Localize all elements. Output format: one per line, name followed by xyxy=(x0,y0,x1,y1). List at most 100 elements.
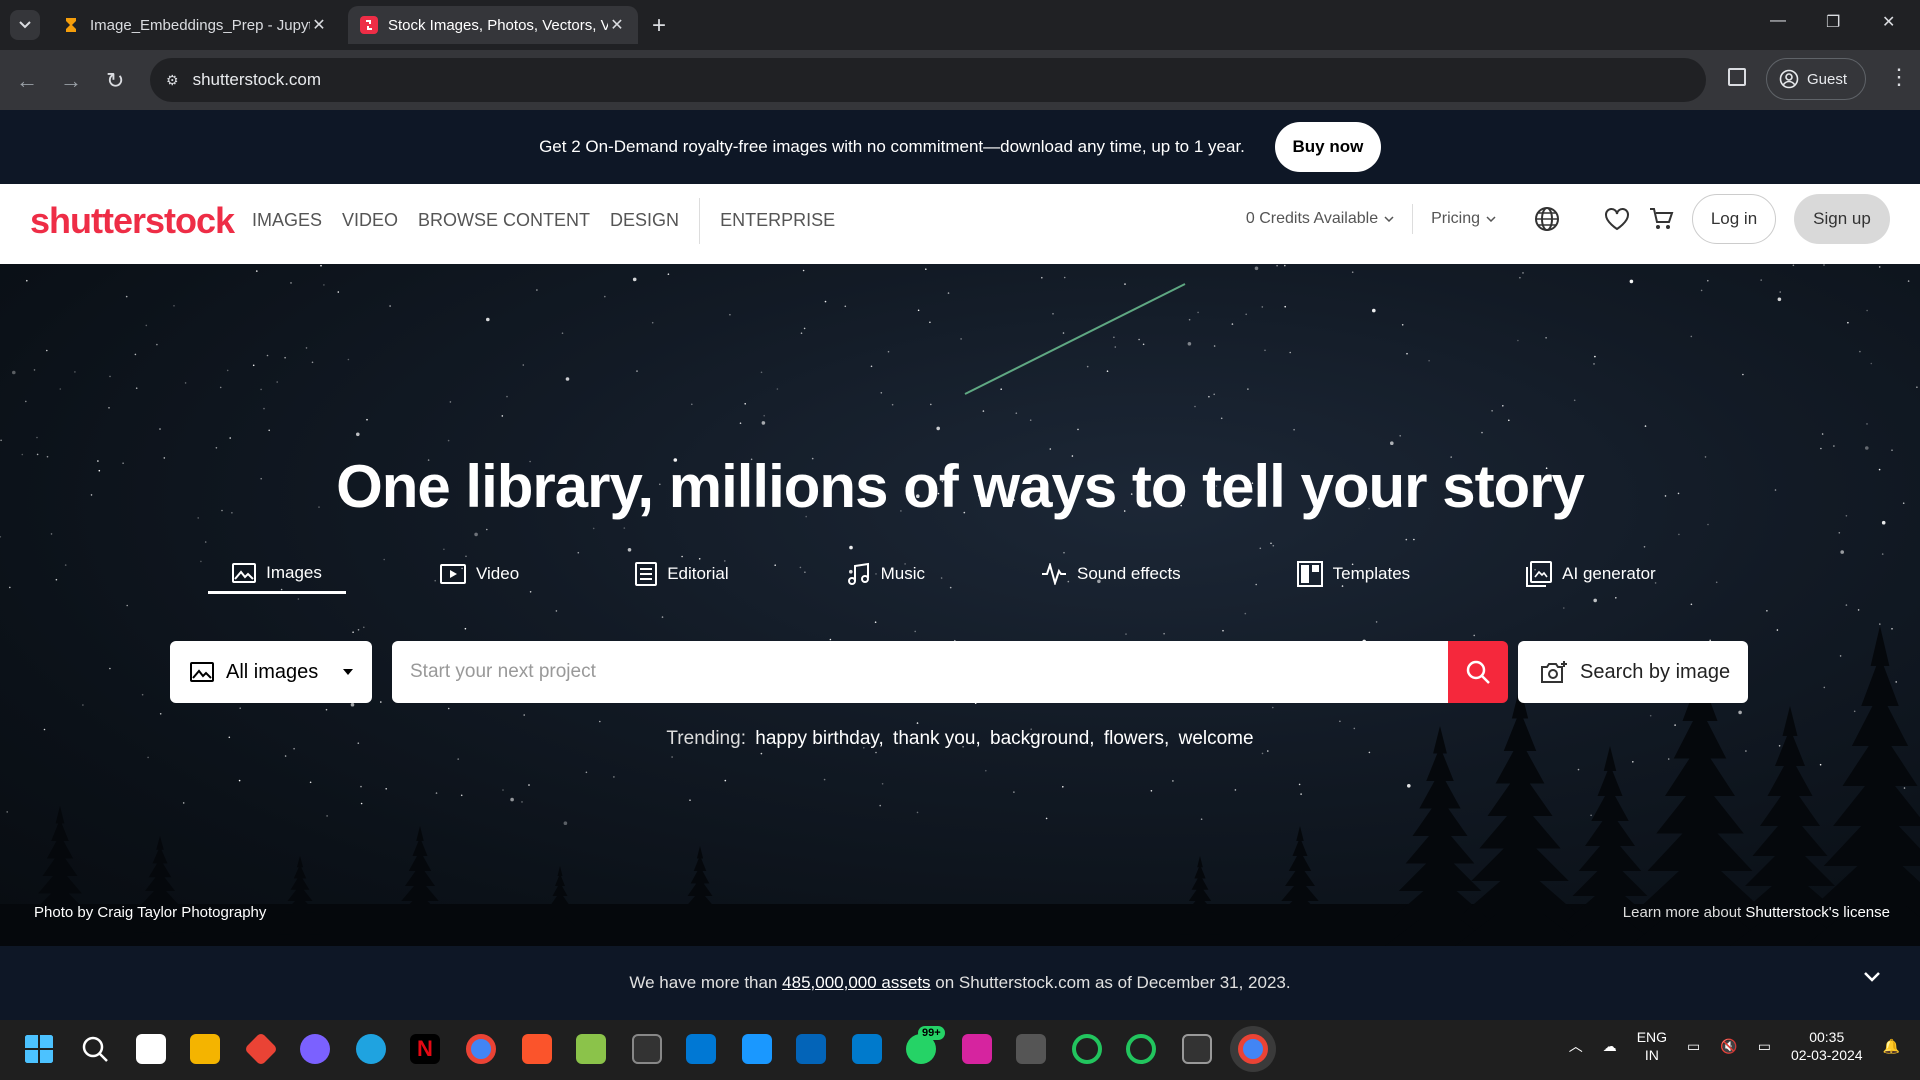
system-tray: ︿ ☁ ENG IN ▭ 🔇 ▭ 00:35 02-03-2024 🔔 xyxy=(1569,1028,1900,1064)
outlook-icon[interactable] xyxy=(796,1034,826,1064)
globe-icon[interactable] xyxy=(1534,206,1560,232)
tab-ai-generator[interactable]: AI generator xyxy=(1526,554,1656,594)
volume-muted-icon[interactable]: 🔇 xyxy=(1720,1038,1737,1055)
shutterstock-logo[interactable]: shutterstock xyxy=(30,200,235,242)
loading-app-icon[interactable] xyxy=(1072,1034,1102,1064)
close-icon[interactable]: ✕ xyxy=(310,15,328,35)
nav-video[interactable]: VIDEO xyxy=(342,210,398,244)
tab-sound-effects[interactable]: Sound effects xyxy=(1041,554,1181,594)
lang-line: ENG xyxy=(1636,1029,1668,1045)
trending-term[interactable]: background, xyxy=(990,728,1095,749)
credit-link[interactable]: Craig Taylor Photography xyxy=(97,904,266,921)
nav-design[interactable]: DESIGN xyxy=(610,210,679,244)
search-button[interactable] xyxy=(1448,641,1508,703)
trending-term[interactable]: flowers, xyxy=(1104,728,1169,749)
trending-searches: Trending: happy birthday, thank you, bac… xyxy=(0,728,1920,750)
nav-images[interactable]: IMAGES xyxy=(252,210,322,244)
terminal-icon[interactable] xyxy=(1182,1034,1212,1064)
tab-video[interactable]: Video xyxy=(440,554,519,594)
more-vertical-icon[interactable]: ⋮ xyxy=(1888,64,1910,90)
video-play-icon xyxy=(440,564,466,584)
login-button[interactable]: Log in xyxy=(1692,194,1776,244)
new-tab-button[interactable]: + xyxy=(652,12,666,40)
microsoft-store-icon[interactable] xyxy=(136,1034,166,1064)
tab-music[interactable]: Music xyxy=(847,554,925,594)
tab-label: Music xyxy=(880,564,926,583)
tab-label: Images xyxy=(266,562,322,582)
clock[interactable]: 00:35 02-03-2024 xyxy=(1791,1028,1863,1064)
pricing-dropdown[interactable]: Pricing xyxy=(1431,210,1496,228)
brave-icon[interactable] xyxy=(522,1034,552,1064)
netflix-icon[interactable]: N xyxy=(410,1034,440,1064)
chrome-icon[interactable] xyxy=(466,1034,496,1064)
prime-video-icon[interactable] xyxy=(742,1034,772,1064)
credit-prefix: Photo by xyxy=(34,904,94,921)
image-icon xyxy=(232,562,257,583)
browser-tab-shutterstock[interactable]: Stock Images, Photos, Vectors, Video ✕ xyxy=(348,6,638,44)
media-filter-dropdown[interactable]: All images xyxy=(170,641,372,703)
windows-start-icon[interactable] xyxy=(24,1034,54,1064)
tab-search-button[interactable] xyxy=(10,10,40,40)
reload-icon[interactable]: ↻ xyxy=(106,68,124,94)
site-settings-icon[interactable]: ⚙ xyxy=(166,72,179,89)
image-viewer-icon[interactable] xyxy=(576,1034,606,1064)
search-icon[interactable] xyxy=(80,1034,110,1064)
close-window-button[interactable]: ✕ xyxy=(1882,12,1895,32)
minimize-button[interactable]: — xyxy=(1770,12,1786,30)
windows-taskbar: N 99+ ︿ ☁ ENG IN ▭ 🔇 ▭ 00:35 02-03-2024 … xyxy=(0,1020,1920,1080)
trending-term[interactable]: thank you, xyxy=(893,728,981,749)
browser-tab-jupyter[interactable]: Image_Embeddings_Prep - Jupyter ✕ xyxy=(50,6,340,44)
trending-term[interactable]: welcome xyxy=(1179,728,1254,749)
app-icon[interactable] xyxy=(686,1034,716,1064)
assets-count-bar: We have more than 485,000,000 assets on … xyxy=(0,946,1920,1020)
tab-images[interactable]: Images xyxy=(208,554,346,594)
terminal-window-icon[interactable] xyxy=(632,1034,662,1064)
chrome-active-icon[interactable] xyxy=(1238,1034,1268,1064)
cloud-icon[interactable]: ☁ xyxy=(1603,1038,1617,1055)
vscode-icon[interactable] xyxy=(852,1034,882,1064)
trending-term[interactable]: happy birthday, xyxy=(755,728,884,749)
edge-icon[interactable] xyxy=(356,1034,386,1064)
back-arrow-icon[interactable]: ← xyxy=(16,68,38,94)
search-input[interactable] xyxy=(392,641,1448,703)
license-link[interactable]: Shutterstock's license xyxy=(1745,904,1890,921)
nav-enterprise[interactable]: ENTERPRISE xyxy=(720,210,835,244)
search-by-image-button[interactable]: Search by image xyxy=(1518,641,1748,703)
chevron-up-icon[interactable]: ︿ xyxy=(1569,1036,1583,1056)
tab-label: AI generator xyxy=(1562,564,1656,583)
notification-badge: 99+ xyxy=(918,1026,945,1040)
assets-count-link[interactable]: 485,000,000 assets xyxy=(782,973,930,993)
address-bar[interactable]: ⚙ shutterstock.com xyxy=(150,58,1706,102)
signup-button[interactable]: Sign up xyxy=(1794,194,1890,244)
app-window-icon[interactable] xyxy=(1016,1034,1046,1064)
template-icon xyxy=(1296,561,1323,587)
language-indicator[interactable]: ENG IN xyxy=(1637,1028,1667,1064)
bell-icon[interactable]: 🔔 xyxy=(1883,1038,1900,1055)
cart-icon[interactable] xyxy=(1648,206,1674,232)
content-type-tabs: Images Video Editorial Music Sound effec… xyxy=(208,554,1656,594)
url-text: shutterstock.com xyxy=(192,70,322,89)
tab-templates[interactable]: Templates xyxy=(1296,554,1410,594)
credits-dropdown[interactable]: 0 Credits Available xyxy=(1246,210,1394,228)
heart-icon[interactable] xyxy=(1604,206,1630,232)
profile-button[interactable]: Guest xyxy=(1766,58,1866,100)
buy-now-button[interactable]: Buy now xyxy=(1274,122,1381,172)
network-icon[interactable]: ▭ xyxy=(1687,1038,1700,1055)
caret-down-icon xyxy=(343,669,354,675)
copilot-icon[interactable] xyxy=(300,1034,330,1064)
search-icon xyxy=(1466,660,1490,684)
anydesk-icon[interactable] xyxy=(244,1032,278,1066)
main-nav: IMAGES VIDEO BROWSE CONTENT DESIGN ENTER… xyxy=(252,198,835,244)
forward-arrow-icon[interactable]: → xyxy=(60,68,82,94)
restore-button[interactable]: ❐ xyxy=(1826,12,1840,32)
nav-browse-content[interactable]: BROWSE CONTENT xyxy=(418,210,590,244)
battery-icon[interactable]: ▭ xyxy=(1758,1038,1771,1055)
tab-editorial[interactable]: Editorial xyxy=(635,554,729,594)
instagram-icon[interactable] xyxy=(962,1034,992,1064)
loading-app-icon[interactable] xyxy=(1126,1034,1156,1064)
chevron-down-icon[interactable] xyxy=(1864,972,1880,982)
close-icon[interactable]: ✕ xyxy=(608,15,626,35)
side-panel-icon[interactable] xyxy=(1728,68,1746,86)
file-explorer-icon[interactable] xyxy=(190,1034,220,1064)
lang-line: IN xyxy=(1644,1047,1659,1063)
